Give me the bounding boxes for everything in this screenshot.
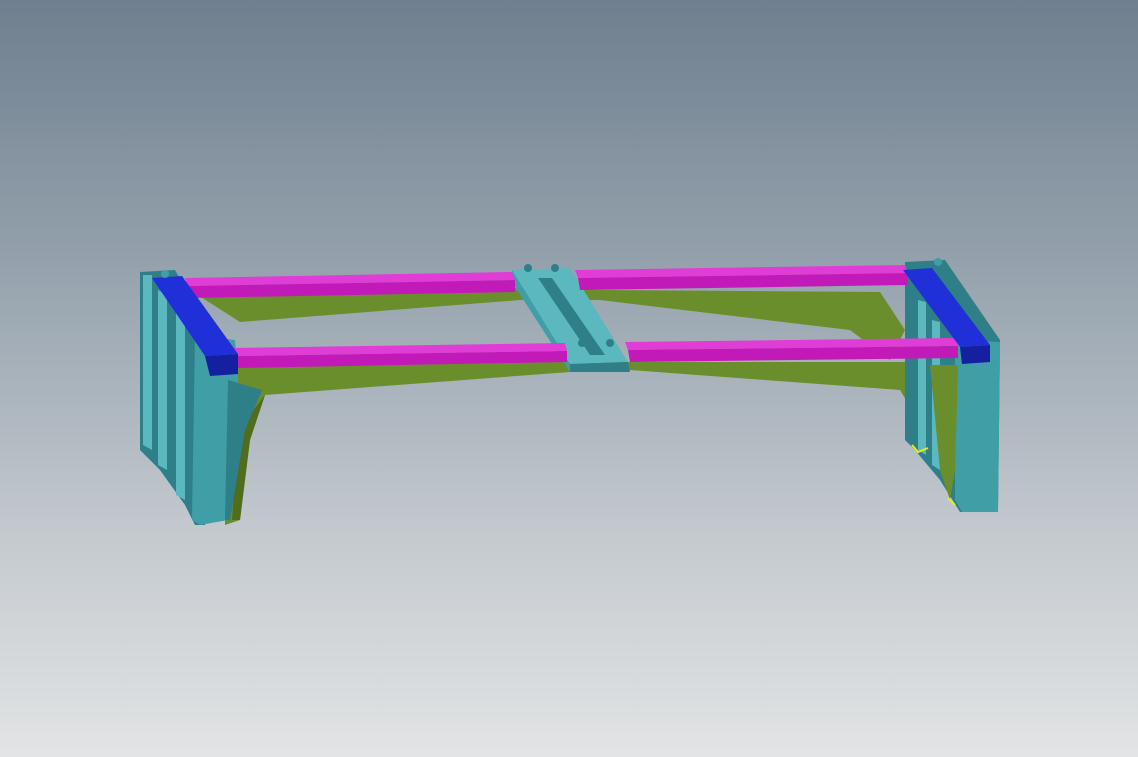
right-end-cap-bolt [934, 258, 942, 266]
left-leg-rib-2 [158, 290, 167, 470]
right-end-cap-side [960, 345, 990, 364]
right-leg-rib-1 [918, 300, 926, 455]
left-leg-rib-3 [176, 305, 185, 500]
left-leg-rib-1 [143, 275, 152, 450]
cad-viewport[interactable] [0, 0, 1138, 757]
cad-model[interactable] [0, 0, 1138, 757]
left-end-cap-bolt [161, 270, 169, 278]
front-olive-web [225, 360, 955, 525]
center-connector-bolt-1 [524, 264, 532, 272]
center-connector-bolt-3 [578, 339, 586, 347]
right-leg-front-post [955, 340, 1000, 512]
left-end-cap-side [205, 354, 238, 376]
center-connector-bolt-2 [551, 264, 559, 272]
center-connector-bolt-4 [606, 339, 614, 347]
